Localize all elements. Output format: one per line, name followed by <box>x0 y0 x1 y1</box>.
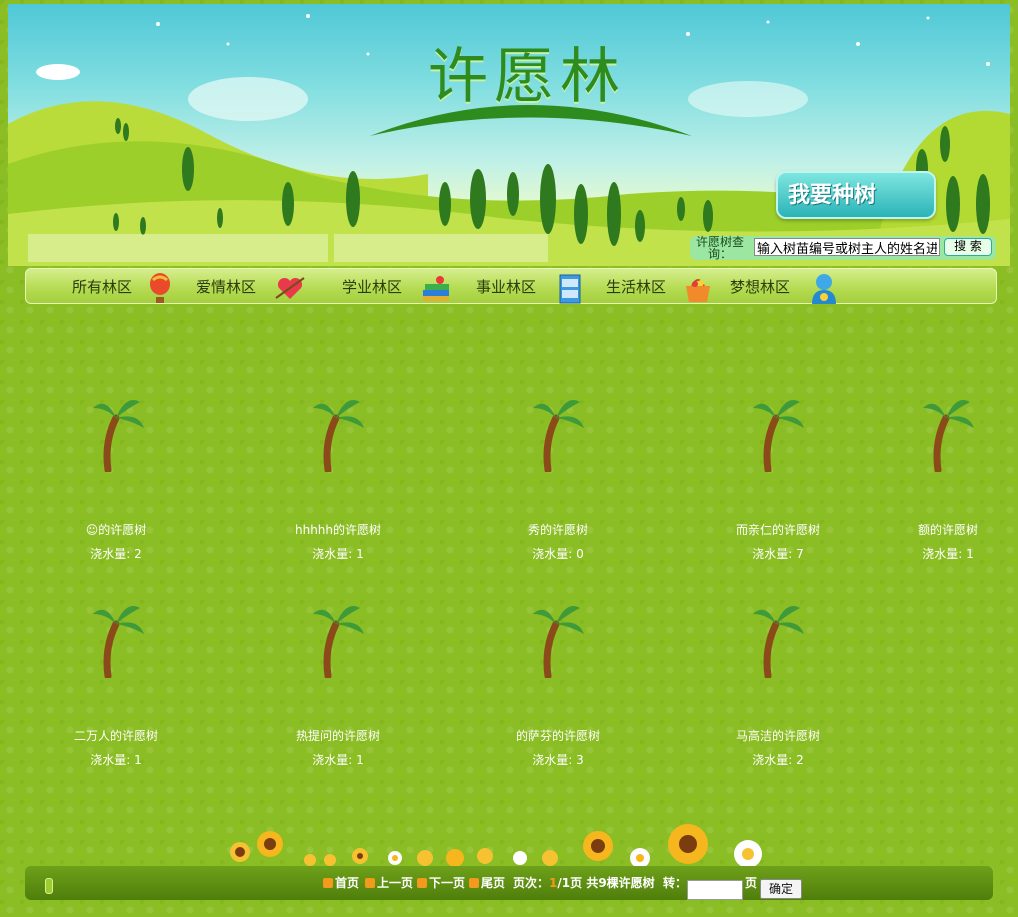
water-count: 浇水量: 2 <box>752 753 804 767</box>
prev-page-link[interactable]: 上一页 <box>365 874 413 892</box>
water-count: 浇水量: 0 <box>532 547 584 561</box>
tree-owner-name[interactable]: 马高洁的许愿树 <box>668 727 888 744</box>
tree-search-bar: 许愿树查询： 搜 索 <box>690 236 996 260</box>
tree-owner-name[interactable]: 的萨芬的许愿树 <box>448 727 668 744</box>
goto-suffix: 页 <box>745 876 758 890</box>
water-count: 浇水量: 1 <box>312 753 364 767</box>
arrow-icon <box>469 878 479 888</box>
water-count: 浇水量: 3 <box>532 753 584 767</box>
pagination-bar: 首页 上一页 下一页 尾页 页次：1/1页 共9棵许愿树 转： 页 确定 <box>25 866 993 900</box>
palm-tree-icon <box>923 400 974 472</box>
sunflower-decoration <box>230 824 762 868</box>
nav-all-forest[interactable]: 所有林区 <box>72 269 132 305</box>
page-indicator: 页次：1/1页 共9棵许愿树 <box>513 876 655 890</box>
last-page-link[interactable]: 尾页 <box>469 874 505 892</box>
basket-icon <box>686 279 710 302</box>
tree-owner-name[interactable]: 二万人的许愿树 <box>6 727 226 744</box>
tree-owner-name[interactable]: 热提问的许愿树 <box>228 727 448 744</box>
first-page-link[interactable]: 首页 <box>323 874 359 892</box>
palm-tree-icon <box>93 606 144 678</box>
search-button[interactable]: 搜 索 <box>944 238 992 256</box>
header-banner: 许愿林 我要种树 许愿树查询： 搜 索 <box>8 4 1010 266</box>
heart-arrow-icon <box>275 277 305 299</box>
banner-strip-middle <box>334 234 548 262</box>
palm-tree-icon <box>93 400 144 472</box>
file-cabinet-icon <box>559 274 581 304</box>
water-count: 浇水量: 2 <box>90 547 142 561</box>
nav-love-forest[interactable]: 爱情林区 <box>196 269 256 305</box>
arrow-icon <box>365 878 375 888</box>
palm-tree-icon <box>533 400 584 472</box>
water-count: 浇水量: 1 <box>90 753 142 767</box>
confirm-button[interactable]: 确定 <box>760 879 802 899</box>
palm-tree-icon <box>753 606 804 678</box>
palm-tree-icon <box>753 400 804 472</box>
person-icon <box>812 274 836 304</box>
search-input[interactable] <box>754 238 940 256</box>
water-count: 浇水量: 1 <box>312 547 364 561</box>
site-title: 许愿林 <box>428 42 626 112</box>
palm-tree-icon <box>533 606 584 678</box>
arrow-icon <box>323 878 333 888</box>
tree-owner-name[interactable]: 额的许愿树 <box>838 521 1018 538</box>
tree-owner-name[interactable]: ☺的许愿树 <box>6 521 226 538</box>
goto-label: 转： <box>663 876 688 890</box>
palm-tree-icon <box>313 400 364 472</box>
tree-owner-name[interactable]: hhhhh的许愿树 <box>228 521 448 538</box>
nav-dream-forest[interactable]: 梦想林区 <box>730 269 790 305</box>
goto-page-input[interactable] <box>687 880 743 900</box>
nav-career-forest[interactable]: 事业林区 <box>476 269 536 305</box>
tree-owner-name[interactable]: 秀的许愿树 <box>448 521 668 538</box>
palm-tree-icon <box>313 606 364 678</box>
banner-strip-left <box>28 234 328 262</box>
water-count: 浇水量: 1 <box>922 547 974 561</box>
books-icon <box>423 276 449 301</box>
pager-knob <box>45 878 53 894</box>
nav-study-forest[interactable]: 学业林区 <box>342 269 402 305</box>
plant-tree-button[interactable]: 我要种树 <box>776 171 936 219</box>
next-page-link[interactable]: 下一页 <box>417 874 465 892</box>
search-label: 许愿树查询： <box>695 235 744 261</box>
forest-nav: 所有林区 爱情林区 学业林区 事业林区 生活林区 梦想林区 <box>25 268 997 304</box>
arrow-icon <box>417 878 427 888</box>
nav-life-forest[interactable]: 生活林区 <box>606 269 666 305</box>
balloon-icon <box>150 273 170 303</box>
